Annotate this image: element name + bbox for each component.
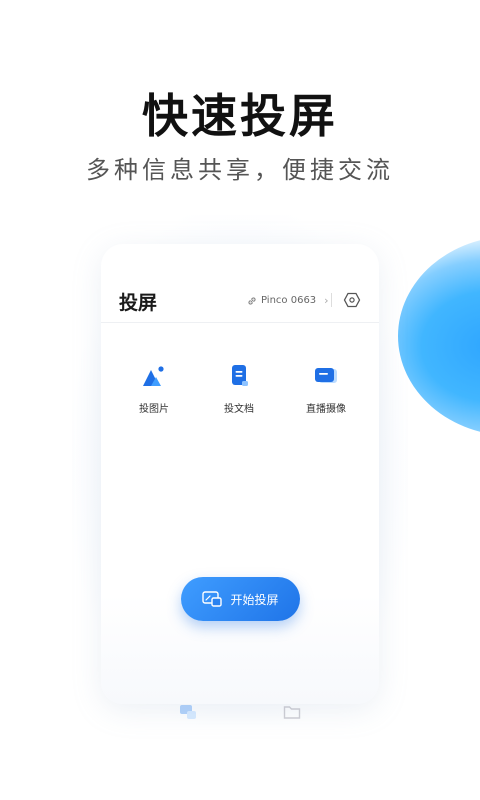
nav-item-files[interactable]	[272, 704, 312, 724]
nav-item-cast[interactable]	[168, 704, 208, 724]
function-camera[interactable]: 直播摄像	[286, 364, 366, 415]
cast-tab-icon	[180, 705, 196, 719]
device-link[interactable]: Pinco 0663 ›	[247, 294, 329, 307]
hero-title: 快速投屏	[142, 89, 338, 143]
phone-mockup: 投屏 Pinco 0663 › 投图片 投文档 直播摄像 开始投屏	[101, 244, 379, 704]
screen-cast-icon	[202, 591, 223, 607]
link-icon	[248, 296, 256, 305]
settings-icon[interactable]	[343, 291, 361, 309]
start-cast-label: 开始投屏	[230, 592, 279, 607]
page: 快速投屏 多种信息共享，便捷交流 投屏 Pinco 0663 › 投图片 投文档…	[0, 0, 480, 800]
header-divider	[331, 293, 332, 307]
hero-subtitle: 多种信息共享，便捷交流	[86, 156, 394, 184]
start-cast-button[interactable]: 开始投屏	[181, 577, 300, 621]
function-label: 投文档	[224, 404, 254, 415]
folder-icon	[283, 706, 301, 719]
header-line	[101, 322, 379, 323]
image-icon	[143, 366, 164, 386]
function-image[interactable]: 投图片	[114, 364, 194, 415]
camera-icon	[315, 368, 337, 383]
chevron-right-icon: ›	[324, 294, 329, 307]
device-name: Pinco 0663	[261, 295, 317, 306]
function-document[interactable]: 投文档	[199, 364, 279, 415]
function-label: 投图片	[139, 404, 169, 415]
function-label: 直播摄像	[306, 404, 346, 415]
app-title: 投屏	[119, 292, 158, 314]
decorative-blob	[398, 236, 480, 436]
document-icon	[232, 365, 248, 386]
